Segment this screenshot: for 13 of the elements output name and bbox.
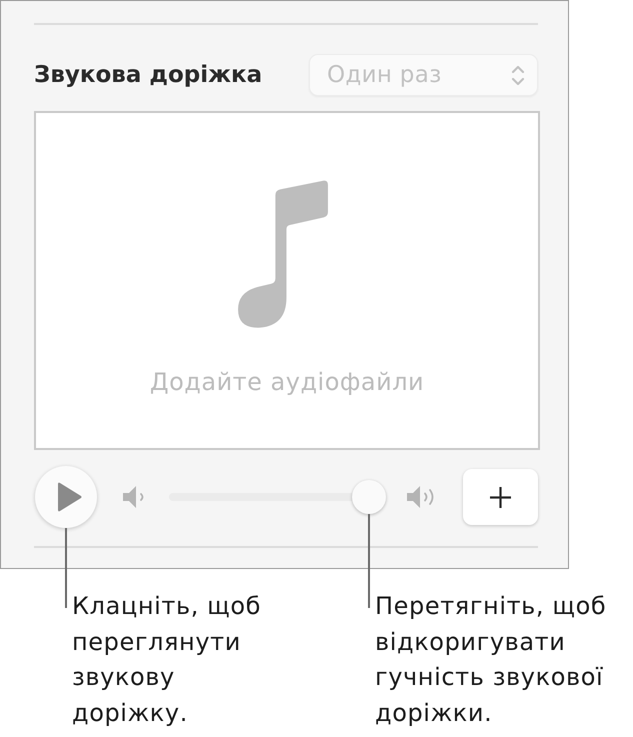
play-button[interactable] xyxy=(35,466,97,528)
audio-drop-area[interactable]: Додайте аудіофайли xyxy=(34,111,540,450)
add-button[interactable] xyxy=(463,469,538,525)
soundtrack-title: Звукова доріжка xyxy=(34,62,262,88)
chevron-up-down-icon xyxy=(511,64,525,86)
play-icon xyxy=(56,482,82,512)
callout-caption: Клацніть, щоб переглянути звукову доріжку. xyxy=(72,591,262,728)
music-note-icon xyxy=(238,180,328,328)
add-audio-hint: Додайте аудіофайли xyxy=(150,368,424,396)
plus-icon xyxy=(490,486,511,508)
callout-caption: Перетягніть, щоб відкоригувати гучність звукової доріжки. xyxy=(375,591,608,728)
volume-slider[interactable] xyxy=(169,480,386,514)
slider-thumb[interactable] xyxy=(352,480,386,514)
